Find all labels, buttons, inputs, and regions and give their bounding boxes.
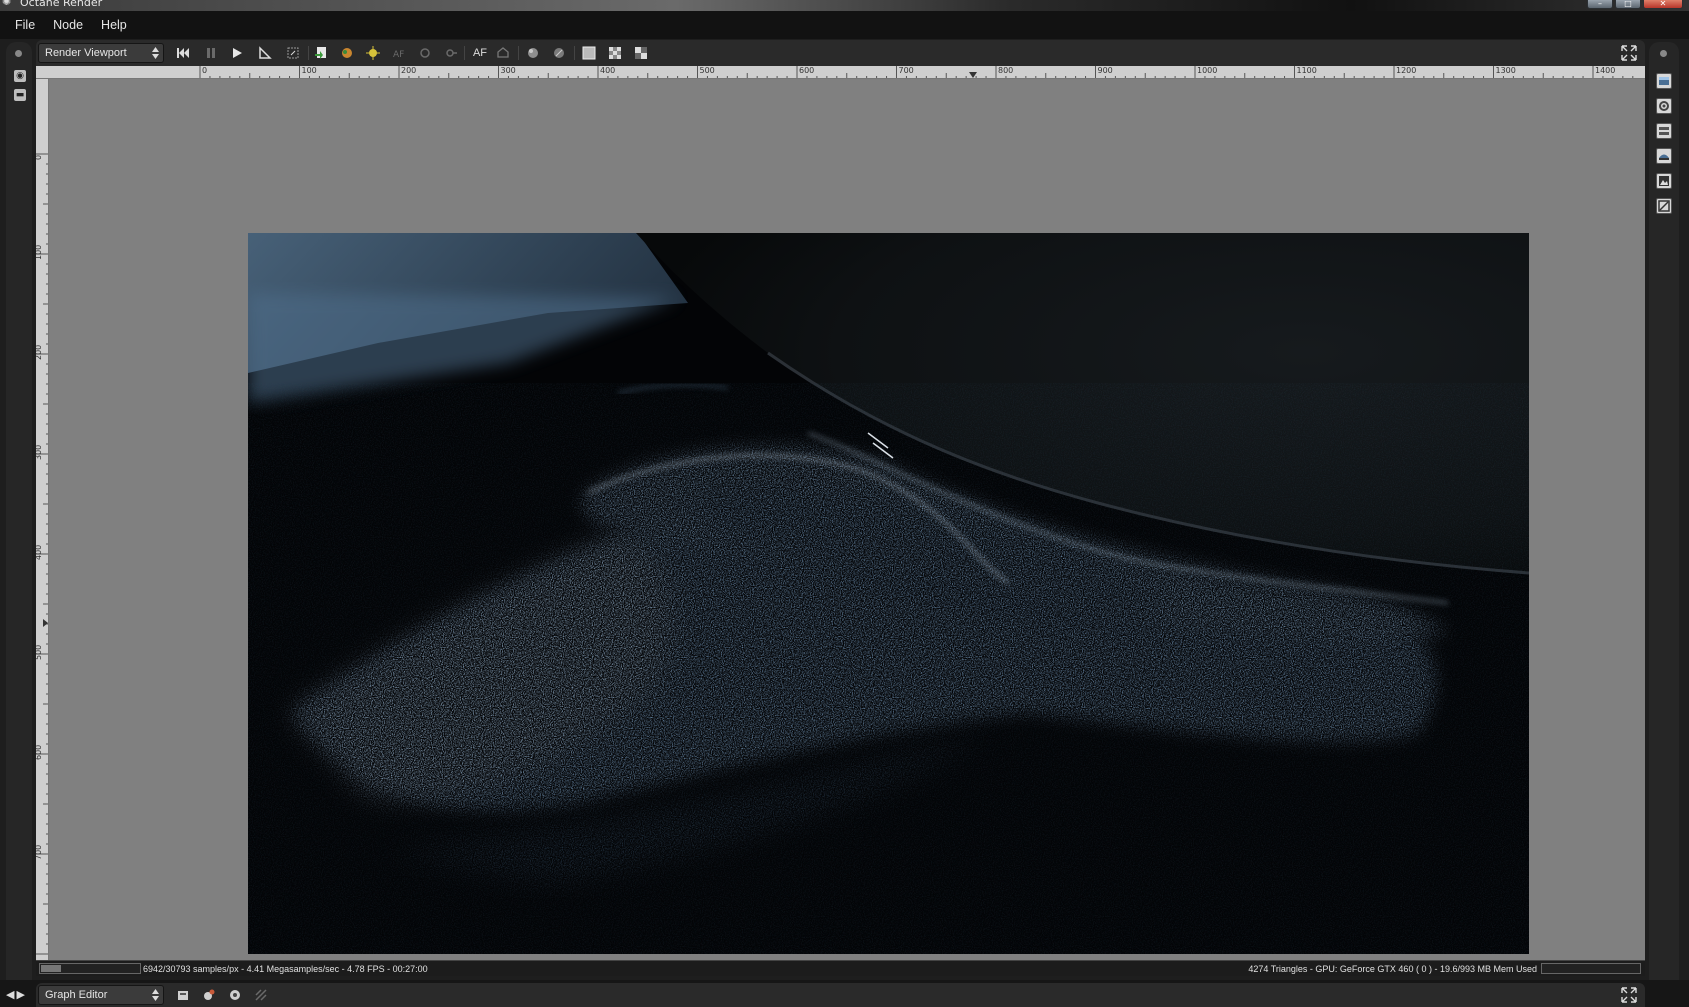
viewport-selector-label: Render Viewport bbox=[45, 47, 127, 59]
ruler-label: 900 bbox=[1097, 66, 1113, 75]
octane-window: ✺ Octane Render – □ ✕ File Node Help ◉ ▬ bbox=[0, 0, 1689, 1007]
minus-icon[interactable]: ▬ bbox=[14, 89, 26, 101]
viewport-toolbar: Render Viewport AF AF bbox=[36, 40, 1645, 66]
status-bar: 6942/30793 samples/px - 4.41 Megasamples… bbox=[36, 960, 1645, 976]
render-progress-bar bbox=[39, 963, 141, 974]
rendered-scene bbox=[248, 233, 1529, 954]
render-stats-text: 6942/30793 samples/px - 4.41 Megasamples… bbox=[143, 964, 428, 974]
layers-icon[interactable] bbox=[1656, 123, 1672, 139]
fullscreen-icon[interactable] bbox=[1621, 45, 1637, 61]
ruler-label: 500 bbox=[699, 66, 715, 75]
memory-usage-bar bbox=[1541, 963, 1641, 974]
menu-help[interactable]: Help bbox=[92, 18, 136, 32]
ruler-label: 500 bbox=[36, 644, 43, 660]
color-picker-icon[interactable] bbox=[338, 44, 356, 62]
disabled-tool-icon[interactable] bbox=[252, 986, 270, 1004]
focus-picker-icon[interactable] bbox=[364, 44, 382, 62]
render-icon[interactable] bbox=[1656, 73, 1672, 89]
graph-editor-selector[interactable]: Graph Editor bbox=[38, 985, 164, 1005]
left-ruler: 0 100 200 300 400 500 600 700 bbox=[36, 79, 49, 960]
ruler-label: 800 bbox=[998, 66, 1014, 75]
menu-bar: File Node Help bbox=[0, 11, 1689, 39]
ruler-label: 700 bbox=[898, 66, 914, 75]
ruler-label: 1200 bbox=[1396, 66, 1417, 75]
ruler-label: 0 bbox=[36, 155, 43, 160]
window-title: Octane Render bbox=[20, 0, 103, 9]
load-icon[interactable] bbox=[174, 986, 192, 1004]
graph-editor-selector-label: Graph Editor bbox=[45, 989, 108, 1001]
lock-icon[interactable] bbox=[442, 44, 460, 62]
spinner-arrows-icon bbox=[152, 989, 159, 1001]
material-picker-icon[interactable] bbox=[524, 44, 542, 62]
minimize-button[interactable]: – bbox=[1587, 0, 1613, 9]
ruler-label: 1100 bbox=[1296, 66, 1317, 75]
octane-app-icon: ✺ bbox=[2, 0, 12, 8]
settings-icon[interactable] bbox=[226, 986, 244, 1004]
ruler-label: 600 bbox=[36, 744, 43, 760]
ruler-label: 300 bbox=[36, 444, 43, 460]
maximize-button[interactable]: □ bbox=[1615, 0, 1641, 9]
ruler-label: 0 bbox=[202, 66, 208, 75]
camera-settings-icon[interactable] bbox=[1656, 98, 1672, 114]
ruler-label: 200 bbox=[401, 66, 417, 75]
ruler-label: 1300 bbox=[1495, 66, 1516, 75]
scene-stats-text: 4274 Triangles - GPU: GeForce GTX 460 ( … bbox=[1248, 964, 1537, 974]
ruler-label: 1000 bbox=[1197, 66, 1218, 75]
kernel-icon[interactable] bbox=[1656, 148, 1672, 164]
spinner-arrows-icon bbox=[152, 47, 159, 59]
ruler-label: 300 bbox=[500, 66, 516, 75]
camera-view-icon[interactable]: ◉ bbox=[14, 70, 26, 82]
left-tool-strip: ◉ ▬ bbox=[6, 42, 32, 980]
object-picker-icon[interactable] bbox=[550, 44, 568, 62]
ruler-label: 1400 bbox=[1595, 66, 1616, 75]
imager-icon[interactable] bbox=[1656, 198, 1672, 214]
af-disabled-icon[interactable]: AF bbox=[390, 44, 408, 62]
viewport-selector[interactable]: Render Viewport bbox=[38, 43, 164, 63]
region-icon[interactable] bbox=[256, 44, 274, 62]
ruler-label: 600 bbox=[799, 66, 815, 75]
right-tool-strip bbox=[1649, 42, 1679, 980]
close-button[interactable]: ✕ bbox=[1643, 0, 1683, 9]
graph-editor-toolbar: Graph Editor bbox=[36, 983, 1645, 1007]
save-render-icon[interactable] bbox=[312, 44, 330, 62]
panel-dot-icon[interactable] bbox=[1660, 50, 1667, 57]
render-image[interactable] bbox=[248, 233, 1529, 954]
ruler-label: 700 bbox=[36, 844, 43, 860]
skip-back-icon[interactable] bbox=[174, 44, 192, 62]
left-ruler-marker bbox=[43, 619, 48, 627]
svg-text:AF: AF bbox=[393, 50, 404, 60]
image-icon[interactable] bbox=[1656, 173, 1672, 189]
menu-node[interactable]: Node bbox=[44, 18, 92, 32]
title-bar: ✺ Octane Render – □ ✕ bbox=[0, 0, 1689, 11]
ruler-position-marker bbox=[969, 72, 977, 78]
pause-icon[interactable] bbox=[202, 44, 220, 62]
play-icon[interactable] bbox=[228, 44, 246, 62]
render-canvas-area[interactable] bbox=[49, 79, 1645, 960]
top-ruler: 0 100 200 300 400 500 600 700 800 900 1000 1100 1200… bbox=[36, 66, 1645, 79]
ruler-label: 400 bbox=[600, 66, 616, 75]
left-ruler-ticks bbox=[36, 153, 48, 955]
ruler-label: 100 bbox=[301, 66, 317, 75]
ruler-label: 200 bbox=[36, 344, 43, 360]
ruler-label: 400 bbox=[36, 544, 43, 560]
fullscreen-icon[interactable] bbox=[1621, 987, 1637, 1003]
grid-icon[interactable] bbox=[580, 44, 598, 62]
af-icon[interactable]: AF bbox=[470, 44, 490, 62]
panel-dot-icon[interactable] bbox=[15, 50, 22, 57]
node-icon[interactable] bbox=[200, 986, 218, 1004]
ruler-label: 100 bbox=[36, 244, 43, 260]
camera-icon[interactable] bbox=[494, 44, 512, 62]
panel-toggle-arrows-icon[interactable]: ◀▶ bbox=[6, 988, 27, 1001]
checker-icon[interactable] bbox=[606, 44, 624, 62]
alpha-icon[interactable] bbox=[632, 44, 650, 62]
menu-file[interactable]: File bbox=[6, 18, 44, 32]
zoom-region-icon[interactable] bbox=[284, 44, 302, 62]
rotate-icon[interactable] bbox=[416, 44, 434, 62]
